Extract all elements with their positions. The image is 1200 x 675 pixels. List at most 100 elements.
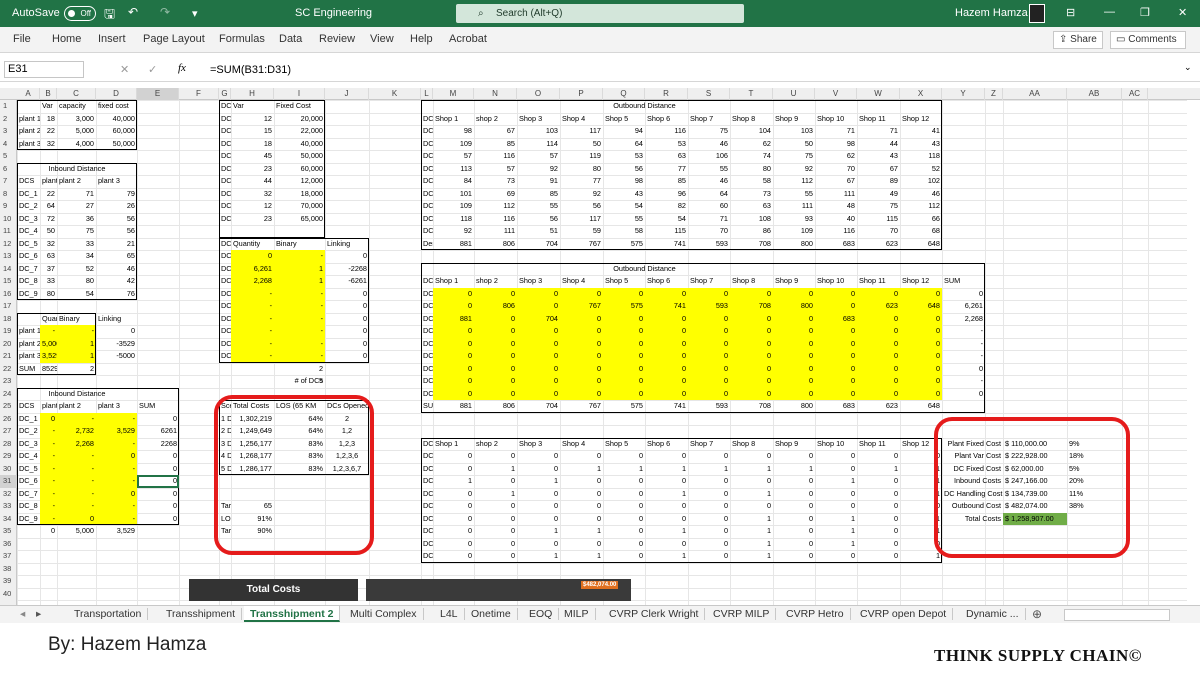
row-header[interactable]: 17 (0, 300, 17, 313)
sheet-tab[interactable]: EOQ (523, 608, 560, 620)
expand-formula-icon[interactable]: ⌄ (1184, 62, 1192, 73)
row-header[interactable]: 14 (0, 263, 17, 276)
column-header[interactable]: K (369, 88, 421, 100)
name-box[interactable]: E31 (4, 61, 84, 78)
total-costs-chart[interactable]: Total Costs (189, 579, 358, 601)
row-header[interactable]: 11 (0, 225, 17, 238)
autosave-toggle[interactable]: Off (64, 6, 96, 21)
row-header[interactable]: 36 (0, 538, 17, 551)
cell[interactable]: 5 (274, 375, 325, 388)
sheet-tab[interactable]: CVRP Hetro (780, 608, 851, 620)
undo-icon[interactable]: ↶ (128, 5, 138, 19)
new-sheet-icon[interactable]: ⊕ (1032, 607, 1042, 621)
cell[interactable]: -3529 (96, 338, 137, 351)
row-header[interactable]: 34 (0, 513, 17, 526)
menu-help[interactable]: Help (410, 33, 433, 45)
column-label[interactable]: Linking (96, 313, 137, 326)
row-header[interactable]: 35 (0, 525, 17, 538)
row-header[interactable]: 7 (0, 175, 17, 188)
sheet-tab[interactable]: CVRP open Depot (854, 608, 954, 620)
row-header[interactable]: 37 (0, 550, 17, 563)
column-header[interactable]: J (325, 88, 369, 100)
search-input[interactable]: ⌕ Search (Alt+Q) (456, 4, 744, 23)
column-header[interactable]: AB (1067, 88, 1122, 100)
row-header[interactable]: 31 (0, 475, 17, 488)
row-header[interactable]: 22 (0, 363, 17, 376)
row-header[interactable]: 40 (0, 588, 17, 601)
sheet-tab[interactable]: Onetime (465, 608, 518, 620)
close-icon[interactable]: ✕ (1178, 6, 1187, 19)
menu-page-layout[interactable]: Page Layout (143, 33, 205, 45)
ribbon-display-icon[interactable]: ⊟ (1066, 6, 1075, 19)
column-header[interactable]: A (17, 88, 40, 100)
row-header[interactable]: 21 (0, 350, 17, 363)
column-header[interactable]: R (645, 88, 688, 100)
column-header[interactable]: G (219, 88, 231, 100)
user-name[interactable]: Hazem Hamza (955, 7, 1028, 19)
column-header[interactable]: T (730, 88, 773, 100)
column-header[interactable]: F (179, 88, 219, 100)
row-header[interactable]: 12 (0, 238, 17, 251)
row-header[interactable]: 10 (0, 213, 17, 226)
row-header[interactable]: 5 (0, 150, 17, 163)
row-header[interactable]: 2 (0, 113, 17, 126)
column-header[interactable]: H (231, 88, 274, 100)
menu-acrobat[interactable]: Acrobat (449, 33, 487, 45)
row-header[interactable]: 9 (0, 200, 17, 213)
row-header[interactable]: 19 (0, 325, 17, 338)
column-header[interactable]: D (96, 88, 137, 100)
row-header[interactable]: 29 (0, 450, 17, 463)
column-header[interactable]: AA (1003, 88, 1067, 100)
menu-review[interactable]: Review (319, 33, 355, 45)
row-header[interactable]: 3 (0, 125, 17, 138)
column-header[interactable]: N (474, 88, 517, 100)
row-header[interactable]: 33 (0, 500, 17, 513)
row-header[interactable]: 30 (0, 463, 17, 476)
comments-button[interactable]: ▭ Comments (1110, 31, 1186, 49)
restore-icon[interactable]: ❐ (1140, 6, 1150, 19)
cell[interactable]: 2 (274, 363, 325, 376)
column-header[interactable]: W (857, 88, 900, 100)
column-header[interactable]: L (421, 88, 433, 100)
column-header[interactable]: M (433, 88, 474, 100)
tab-scroll-left-icon[interactable]: ◂ (20, 608, 25, 620)
row-header[interactable]: 28 (0, 438, 17, 451)
sheet-tab[interactable]: Transportation (68, 608, 149, 620)
formula-input[interactable]: =SUM(B31:D31) (210, 64, 291, 76)
tab-scroll-right-icon[interactable]: ▸ (36, 608, 41, 620)
sheet-tab[interactable]: MILP (558, 608, 596, 620)
row-header[interactable]: 25 (0, 400, 17, 413)
column-header[interactable]: I (274, 88, 325, 100)
column-header[interactable]: X (900, 88, 942, 100)
sheet-tab[interactable]: Multi Complex (344, 608, 424, 620)
insert-function-icon[interactable]: fx (178, 62, 186, 74)
document-title[interactable]: SC Engineering (295, 7, 372, 19)
column-header[interactable]: S (688, 88, 730, 100)
cell[interactable]: 0 (96, 325, 137, 338)
menu-home[interactable]: Home (52, 33, 81, 45)
row-header[interactable]: 32 (0, 488, 17, 501)
row-header[interactable]: 38 (0, 563, 17, 576)
save-icon[interactable]: 🖫 (104, 5, 115, 27)
menu-insert[interactable]: Insert (98, 33, 126, 45)
row-header[interactable]: 6 (0, 163, 17, 176)
cancel-icon[interactable]: ✕ (120, 63, 129, 76)
row-header[interactable]: 18 (0, 313, 17, 326)
horizontal-scrollbar[interactable] (1064, 609, 1170, 621)
cell[interactable]: 5,000 (57, 525, 96, 538)
column-header[interactable]: C (57, 88, 96, 100)
menu-view[interactable]: View (370, 33, 394, 45)
row-header[interactable]: 8 (0, 188, 17, 201)
row-header[interactable]: 26 (0, 413, 17, 426)
cell[interactable]: 3,529 (96, 525, 137, 538)
share-button[interactable]: ⇪ Share (1053, 31, 1103, 49)
row-header[interactable]: 1 (0, 100, 17, 113)
sheet-tab[interactable]: Dynamic ... (960, 608, 1026, 620)
row-header[interactable]: 20 (0, 338, 17, 351)
menu-formulas[interactable]: Formulas (219, 33, 265, 45)
sheet-tab[interactable]: CVRP MILP (707, 608, 777, 620)
row-header[interactable]: 24 (0, 388, 17, 401)
redo-icon[interactable]: ↷ (160, 5, 170, 19)
sheet-tab[interactable]: Transshipment 2 (244, 606, 341, 622)
row-header[interactable]: 15 (0, 275, 17, 288)
